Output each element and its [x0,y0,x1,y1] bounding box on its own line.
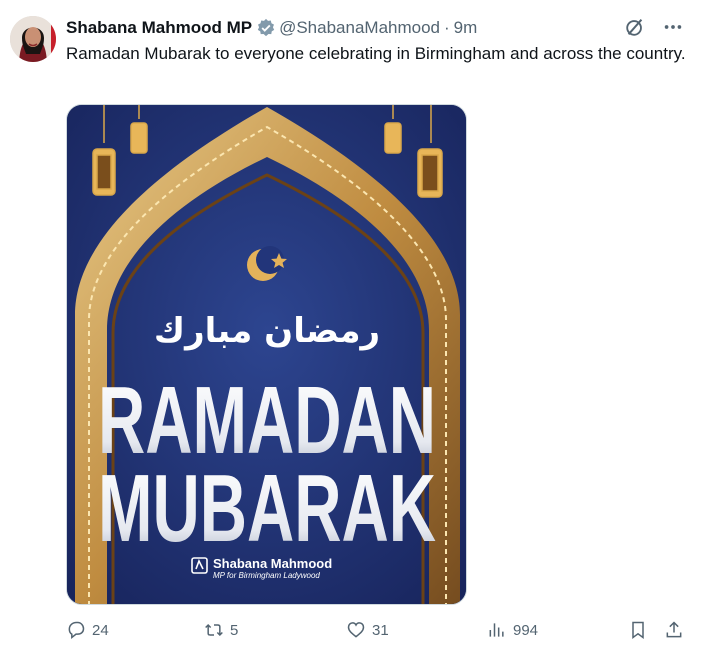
reply-count: 24 [92,621,109,639]
avatar-image [10,16,56,62]
tweet-media-image[interactable]: رمضان مبارك RAMADAN MUBARAK Shabana Mahm… [66,104,467,605]
grok-icon[interactable] [624,16,646,38]
arabic-greeting: رمضان مبارك [154,311,380,351]
author-name[interactable]: Shabana Mahmood MP [66,18,252,38]
ramadan-poster: رمضان مبارك RAMADAN MUBARAK Shabana Mahm… [67,105,466,604]
tweet-text: Ramadan Mubarak to everyone celebrating … [66,44,686,63]
headline-mubarak: MUBARAK [98,455,436,562]
like-count: 31 [372,621,389,639]
brand-subtitle: MP for Birmingham Ladywood [213,571,320,580]
views-button[interactable]: 994 [487,620,538,640]
verified-badge-icon[interactable] [256,18,276,38]
avatar[interactable] [10,16,56,62]
action-bar: 24 5 31 994 [66,620,692,644]
share-button[interactable] [664,620,684,640]
heart-icon [347,622,365,638]
like-button[interactable]: 31 [346,620,389,640]
header-controls [624,16,684,38]
bookmark-button[interactable] [628,620,648,640]
repost-icon [205,623,223,637]
reply-button[interactable]: 24 [66,620,109,640]
views-chart-icon [489,623,504,637]
brand-name: Shabana Mahmood [213,556,332,571]
share-icon [666,621,682,638]
tweet-header: Shabana Mahmood MP @ShabanaMahmood · 9m [66,16,684,40]
bookmark-icon [632,621,644,639]
views-count: 994 [513,621,539,639]
timestamp[interactable]: 9m [454,18,478,38]
separator-dot: · [444,18,450,37]
repost-count: 5 [230,621,239,639]
more-options-icon[interactable] [662,16,684,38]
author-handle[interactable]: @ShabanaMahmood [279,18,440,38]
reply-icon [68,621,85,640]
repost-button[interactable]: 5 [204,620,238,640]
